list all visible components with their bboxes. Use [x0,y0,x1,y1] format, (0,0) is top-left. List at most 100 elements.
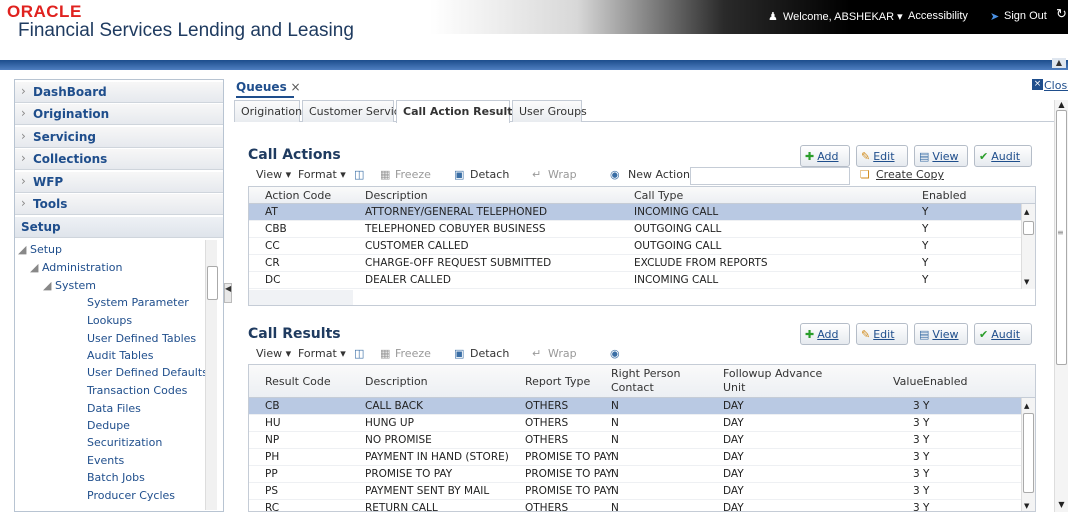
freeze-icon: ▦ [380,168,391,181]
table-row[interactable]: CR CHARGE-OFF REQUEST SUBMITTED EXCLUDE … [249,255,1021,272]
collapse-sidebar-icon[interactable]: ◀ [224,283,232,303]
new-action-input[interactable] [690,167,850,185]
scrollbar-thumb[interactable] [207,266,218,300]
col-value[interactable]: Value [893,375,923,388]
tree-item-user-defined-tables[interactable]: User Defined Tables [87,332,196,345]
scroll-down-icon[interactable]: ▼ [1024,278,1029,286]
cell: EXCLUDE FROM REPORTS [634,257,768,269]
format-menu[interactable]: Format ▾ [298,168,346,181]
tree-item-system-parameter[interactable]: System Parameter [87,296,189,309]
scroll-up-icon[interactable]: ▲ [1024,402,1029,410]
queues-tab[interactable]: Queues × [236,80,301,94]
accessibility-link[interactable]: Accessibility [908,10,968,22]
close-icon[interactable]: × [1032,79,1043,90]
scroll-up-icon[interactable]: ▲ [1055,100,1068,109]
grid-scrollbar[interactable]: ▲ ▼ [1021,398,1035,511]
nav-origination[interactable]: › Origination [15,104,223,125]
subtab-customer-service[interactable]: Customer Service [302,100,407,122]
detach-button[interactable]: Detach [470,168,509,181]
tree-item-lookups[interactable]: Lookups [87,314,132,327]
table-row[interactable]: CB CALL BACK OTHERS N DAY 3 Y [249,398,1021,415]
col-result-code[interactable]: Result Code [265,375,331,388]
freeze-button[interactable]: Freeze [395,347,431,360]
edit-result-button[interactable]: ✎ Edit [856,323,908,345]
nav-wfp[interactable]: › WFP [15,172,223,193]
create-copy-button[interactable]: Create Copy [876,168,944,181]
table-row[interactable]: PS PAYMENT SENT BY MAIL PROMISE TO PAY N… [249,483,1021,500]
subtab-call-action-results[interactable]: Call Action Results [396,100,519,123]
scroll-down-icon[interactable]: ▼ [1055,500,1068,509]
collapse-header-icon[interactable]: ▲ [1052,58,1066,68]
nav-collections[interactable]: › Collections [15,149,223,170]
table-row[interactable]: RC RETURN CALL OTHERS N DAY 3 Y [249,500,1021,512]
col-description[interactable]: Description [365,375,428,388]
cell: TELEPHONED COBUYER BUSINESS [365,223,546,235]
col-report-type[interactable]: Report Type [525,375,590,388]
tree-label: System [54,279,96,292]
subtab-user-groups[interactable]: User Groups [512,100,587,122]
table-row[interactable]: CC CUSTOMER CALLED OUTGOING CALL Y [249,238,1021,255]
subtab-origination[interactable]: Origination [234,100,302,122]
tree-item-producer-cycles[interactable]: Producer Cycles [87,489,175,502]
col-enabled[interactable]: Enabled [922,189,966,202]
table-row[interactable]: AT ATTORNEY/GENERAL TELEPHONED INCOMING … [249,204,1021,221]
tree-item-user-defined-defaults[interactable]: User Defined Defaults [87,366,208,379]
grid-scrollbar[interactable]: ▲ ▼ [1021,204,1035,289]
detach-button[interactable]: Detach [470,347,509,360]
nav-setup-header[interactable]: Setup [15,217,223,238]
tree-item-dedupe[interactable]: Dedupe [87,419,130,432]
table-row[interactable]: CBB TELEPHONED COBUYER BUSINESS OUTGOING… [249,221,1021,238]
tree-administration[interactable]: ◢ Administration [30,261,122,274]
col-enabled[interactable]: Enabled [923,375,967,388]
tree-item-audit-tables[interactable]: Audit Tables [87,349,154,362]
export-icon[interactable]: ◫ [354,347,364,360]
nav-servicing[interactable]: › Servicing [15,127,223,148]
close-link[interactable]: Close [1044,79,1068,92]
tree-item-batch-jobs[interactable]: Batch Jobs [87,471,145,484]
table-row[interactable]: PP PROMISE TO PAY PROMISE TO PAY N DAY 3… [249,466,1021,483]
scroll-down-icon[interactable]: ▼ [1024,502,1029,510]
tree-setup[interactable]: ◢ Setup [18,243,62,256]
scrollbar-thumb[interactable] [1056,110,1067,365]
table-row[interactable]: HU HUNG UP OTHERS N DAY 3 Y [249,415,1021,432]
audit-result-button[interactable]: ✔ Audit [974,323,1032,345]
view-menu[interactable]: View ▾ [256,168,291,181]
table-row[interactable]: NP NO PROMISE OTHERS N DAY 3 Y [249,432,1021,449]
cell: RC [265,502,280,512]
welcome-user-menu[interactable]: Welcome, ABSHEKAR ▾ [783,10,903,23]
cell: DEALER CALLED [365,274,451,286]
freeze-button[interactable]: Freeze [395,168,431,181]
scroll-up-icon[interactable]: ▲ [1024,208,1029,216]
tree-collapse-icon: ◢ [18,243,30,256]
scrollbar-thumb[interactable] [1023,221,1034,235]
wrap-button[interactable]: Wrap [548,168,577,181]
export-icon[interactable]: ◫ [354,168,364,181]
scrollbar-thumb[interactable] [1023,413,1034,493]
nav-dashboard[interactable]: › DashBoard [15,82,223,103]
query-icon[interactable]: ◉ [610,347,620,360]
nav-tools[interactable]: › Tools [15,194,223,215]
col-description[interactable]: Description [365,189,428,202]
col-followup-advance-unit[interactable]: Followup Advance Unit [723,367,833,395]
view-menu[interactable]: View ▾ [256,347,291,360]
tree-item-securitization[interactable]: Securitization [87,436,162,449]
wrap-button[interactable]: Wrap [548,347,577,360]
sidebar-scrollbar[interactable] [205,240,218,510]
format-menu[interactable]: Format ▾ [298,347,346,360]
view-result-button[interactable]: ▤ View [914,323,968,345]
query-icon[interactable]: ◉ [610,168,620,181]
tree-system[interactable]: ◢ System [43,279,96,292]
col-right-person-contact[interactable]: Right Person Contact [611,367,691,395]
sign-out-link[interactable]: Sign Out [1004,10,1047,22]
col-call-type[interactable]: Call Type [634,189,683,202]
close-tab-icon[interactable]: × [287,80,301,94]
page-scrollbar[interactable]: ▲ ≡ ▼ [1054,100,1068,512]
refresh-icon[interactable]: ↻ [1056,6,1067,22]
table-row[interactable]: DC DEALER CALLED INCOMING CALL Y [249,272,1021,289]
tree-item-transaction-codes[interactable]: Transaction Codes [87,384,187,397]
add-result-button[interactable]: ✚ Add [800,323,850,345]
tree-item-data-files[interactable]: Data Files [87,402,141,415]
tree-item-events[interactable]: Events [87,454,124,467]
table-row[interactable]: PH PAYMENT IN HAND (STORE) PROMISE TO PA… [249,449,1021,466]
col-action-code[interactable]: Action Code [265,189,331,202]
